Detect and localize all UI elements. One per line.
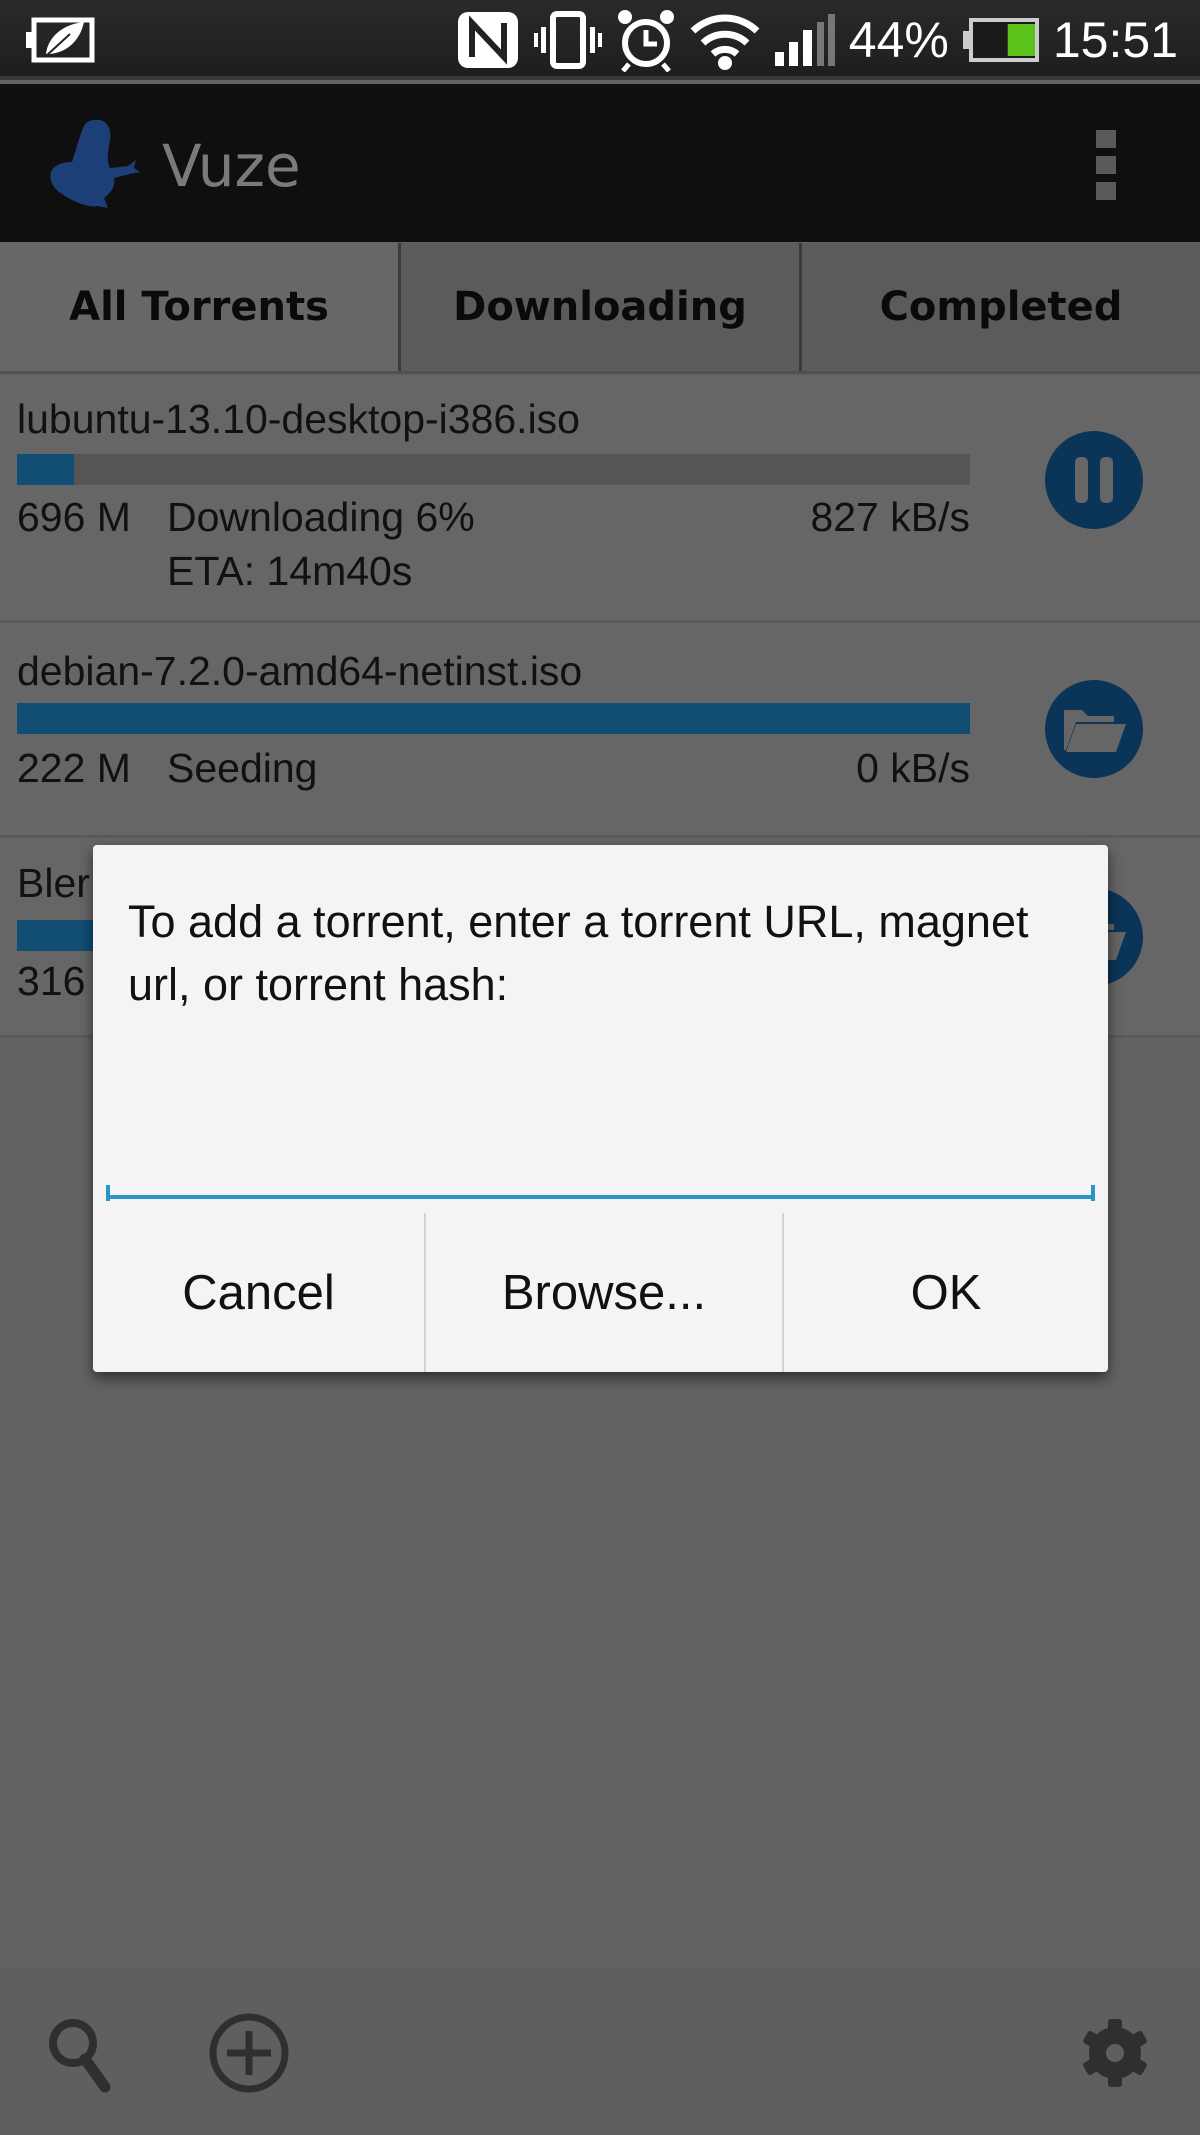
tab-completed[interactable]: Completed	[799, 243, 1200, 371]
progress-bar	[17, 454, 970, 485]
input-edge-right	[1091, 1185, 1095, 1201]
torrent-row[interactable]: debian-7.2.0-amd64-netinst.iso 222 M See…	[0, 623, 1200, 838]
add-torrent-button[interactable]	[204, 2008, 294, 2098]
torrent-status: Seeding	[167, 745, 318, 791]
status-bar: 44% 15:51	[0, 0, 1200, 80]
tab-downloading[interactable]: Downloading	[398, 243, 799, 371]
bottom-toolbar	[0, 1968, 1200, 2135]
torrent-speed: 827 kB/s	[810, 494, 970, 540]
torrent-row[interactable]: lubuntu-13.10-desktop-i386.iso 696 M Dow…	[0, 376, 1200, 623]
wifi-icon	[689, 9, 761, 71]
power-saver-icon	[24, 14, 96, 71]
folder-icon	[1064, 710, 1126, 752]
alarm-icon	[615, 8, 677, 72]
torrent-name: lubuntu-13.10-desktop-i386.iso	[17, 396, 580, 442]
torrent-size: 222 M	[17, 745, 131, 791]
search-icon	[49, 2019, 111, 2093]
pause-icon	[1075, 457, 1113, 503]
ok-button[interactable]: OK	[782, 1213, 1108, 1372]
cancel-button[interactable]: Cancel	[93, 1213, 424, 1372]
torrent-speed: 0 kB/s	[856, 745, 970, 791]
torrent-url-input[interactable]	[106, 1135, 1095, 1199]
pause-button[interactable]	[1045, 431, 1143, 529]
torrent-name: debian-7.2.0-amd64-netinst.iso	[17, 648, 583, 694]
battery-percent: 44%	[848, 12, 949, 68]
add-icon	[209, 2013, 289, 2093]
clock: 15:51	[1052, 12, 1178, 68]
torrent-size: 696 M	[17, 494, 131, 540]
tab-all-torrents[interactable]: All Torrents	[0, 243, 398, 371]
torrent-eta: ETA: 14m40s	[167, 548, 413, 594]
progress-fill	[17, 454, 75, 485]
progress-bar	[17, 703, 970, 734]
input-edge-left	[106, 1185, 110, 1201]
browse-button[interactable]: Browse...	[424, 1213, 782, 1372]
tab-bar: All Torrents Downloading Completed	[0, 243, 1200, 374]
nfc-icon	[455, 9, 521, 71]
signal-icon	[773, 12, 837, 68]
torrent-size: 316	[17, 958, 86, 1004]
add-torrent-dialog: To add a torrent, enter a torrent URL, m…	[93, 845, 1108, 1372]
settings-icon	[1083, 2019, 1147, 2087]
app-title: Vuze	[162, 132, 301, 200]
search-button[interactable]	[38, 2008, 128, 2098]
settings-button[interactable]	[1070, 2008, 1160, 2098]
battery-icon	[961, 17, 1041, 63]
open-folder-button[interactable]	[1045, 680, 1143, 778]
vuze-frog-logo[interactable]	[44, 112, 148, 221]
vibrate-icon	[533, 11, 603, 69]
torrent-name: Bler	[17, 860, 90, 906]
overflow-menu-icon[interactable]	[1096, 130, 1116, 200]
torrent-status: Downloading 6%	[167, 494, 475, 540]
action-bar: Vuze	[0, 84, 1200, 242]
dialog-button-bar: Cancel Browse... OK	[93, 1213, 1108, 1372]
progress-fill	[17, 703, 970, 734]
dialog-message: To add a torrent, enter a torrent URL, m…	[128, 896, 1029, 1010]
